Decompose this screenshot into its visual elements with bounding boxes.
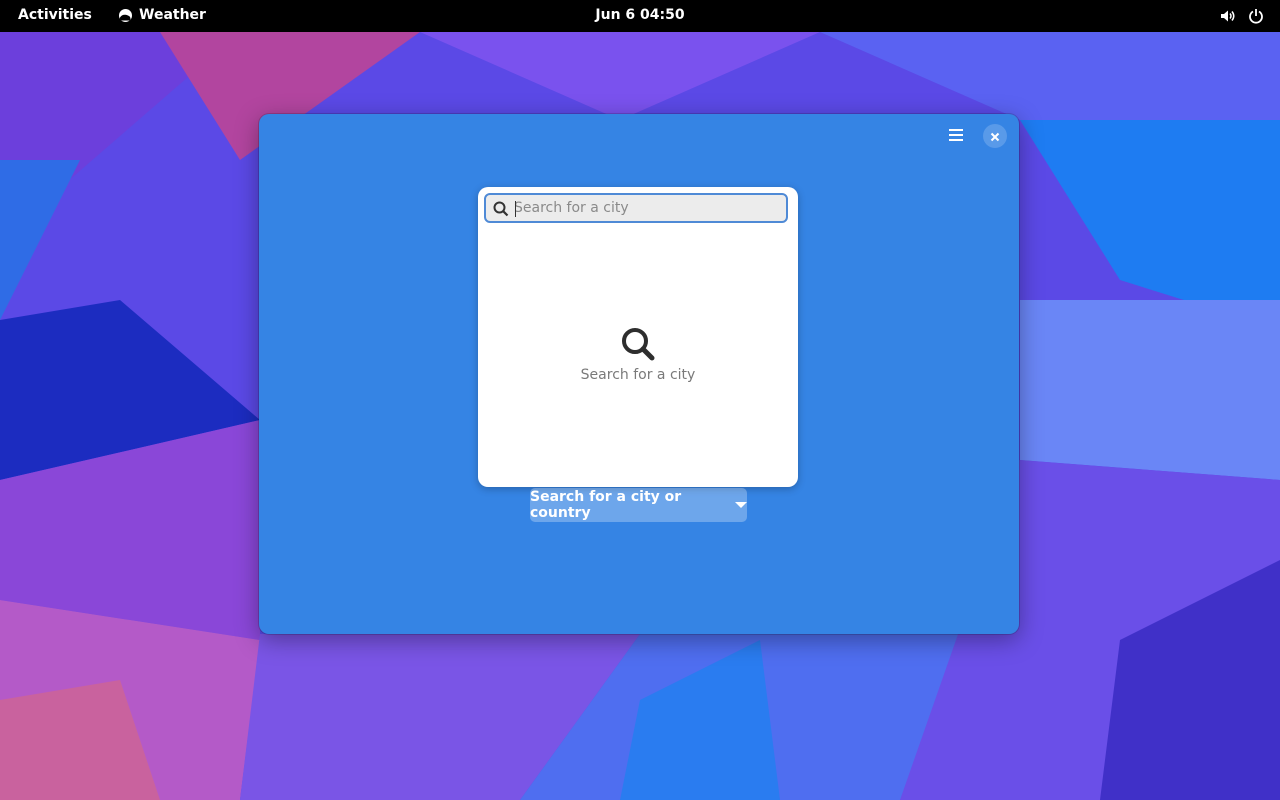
chevron-down-icon (735, 502, 747, 508)
search-large-icon (621, 327, 655, 361)
weather-app-icon (118, 8, 133, 23)
system-tray[interactable] (1220, 8, 1264, 24)
city-search-entry[interactable] (484, 193, 788, 223)
empty-state-label: Search for a city (580, 367, 696, 383)
close-icon (990, 127, 1000, 146)
top-bar: Activities Weather Jun 6 04:50 (0, 0, 1280, 32)
weather-window: Search for a city Search for a city or c… (259, 114, 1019, 634)
location-search-popover: Search for a city (478, 187, 798, 487)
main-menu-button[interactable] (944, 124, 968, 148)
location-dropdown-button[interactable]: Search for a city or country (530, 488, 747, 522)
empty-state: Search for a city (478, 327, 798, 383)
search-input[interactable] (514, 197, 780, 219)
volume-icon[interactable] (1220, 8, 1236, 24)
app-menu-button[interactable]: Weather (118, 7, 206, 23)
activities-button[interactable]: Activities (18, 7, 92, 23)
clock-button[interactable]: Jun 6 04:50 (595, 7, 684, 23)
close-button[interactable] (983, 124, 1007, 148)
power-icon[interactable] (1248, 8, 1264, 24)
text-cursor (515, 201, 516, 217)
location-dropdown-label: Search for a city or country (530, 489, 682, 521)
search-icon (493, 201, 509, 217)
hamburger-menu-icon (948, 127, 964, 146)
app-name-label: Weather (139, 7, 206, 23)
